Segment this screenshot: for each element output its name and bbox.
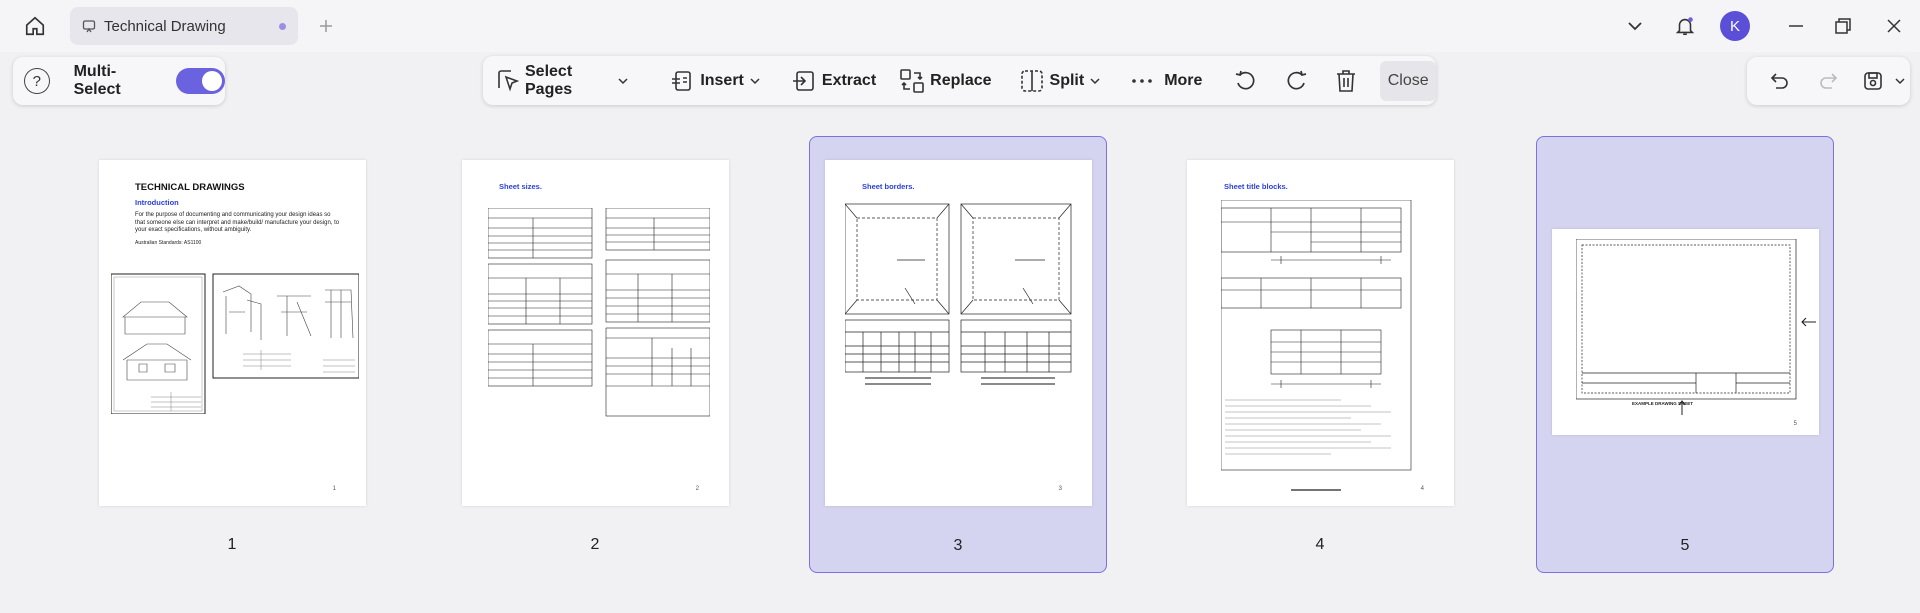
page-4-title-blocks	[1221, 200, 1412, 491]
page-thumbnail-3[interactable]: Sheet borders. 3 3	[809, 136, 1107, 573]
rotate-right-button[interactable]	[1282, 56, 1310, 105]
notifications-button[interactable]	[1670, 10, 1700, 42]
page-3-preview: Sheet borders. 3	[825, 160, 1092, 506]
insert-icon	[668, 67, 696, 95]
chevron-down-icon	[1895, 75, 1907, 87]
title-bar: Technical Drawing K	[0, 0, 1920, 52]
multi-select-label: Multi-Select	[73, 63, 121, 98]
history-panel	[1747, 57, 1910, 105]
page-2-corner-number: 2	[695, 486, 699, 492]
page-number-4: 4	[1315, 536, 1325, 553]
more-button[interactable]: More	[1128, 56, 1202, 105]
page-thumbnail-2[interactable]: Sheet sizes. 2 2	[447, 137, 745, 574]
trash-icon	[1332, 67, 1360, 95]
page-thumbnail-5[interactable]: EXAMPLE DRAWING SHEET 5 5	[1536, 136, 1834, 573]
new-tab-button[interactable]	[314, 12, 338, 40]
rotate-right-icon	[1282, 67, 1310, 95]
extract-label: Extract	[821, 71, 877, 89]
redo-button[interactable]	[1815, 57, 1843, 106]
unsaved-dot	[279, 23, 286, 30]
page-5-preview: EXAMPLE DRAWING SHEET 5	[1552, 229, 1819, 435]
page-2-heading: Sheet sizes.	[499, 182, 542, 191]
page-4-preview: Sheet title blocks. 4	[1187, 160, 1454, 506]
page-1-corner-number: 1	[332, 486, 336, 492]
page-2-tables	[488, 208, 710, 417]
redo-icon	[1815, 67, 1843, 95]
page-2-preview: Sheet sizes. 2	[462, 160, 729, 506]
page-1-subheading: Introduction	[135, 198, 179, 207]
chevron-down-icon	[1090, 75, 1102, 87]
page-thumbnail-1[interactable]: TECHNICAL DRAWINGS Introduction For the …	[84, 137, 382, 574]
select-pages-label: Select Pages	[525, 62, 573, 98]
page-number-5: 5	[1680, 537, 1690, 554]
page-1-footnote: Australian Standards: AS1100	[135, 240, 202, 246]
close-window-button[interactable]	[1878, 10, 1910, 42]
split-label: Split	[1049, 71, 1085, 89]
page-4-heading: Sheet title blocks.	[1224, 182, 1288, 191]
page-4-corner-number: 4	[1420, 486, 1424, 492]
rotate-left-button[interactable]	[1232, 56, 1260, 105]
undo-button[interactable]	[1765, 57, 1793, 106]
avatar: K	[1720, 11, 1750, 41]
more-label: More	[1164, 71, 1203, 89]
restore-icon	[1835, 18, 1851, 34]
page-3-border-diagrams	[845, 203, 1072, 385]
multi-select-toggle[interactable]	[175, 68, 225, 94]
save-button[interactable]	[1859, 57, 1887, 106]
extract-button[interactable]: Extract	[790, 56, 876, 105]
chevron-down-icon	[1628, 22, 1642, 31]
rotate-left-icon	[1232, 67, 1260, 95]
home-icon	[25, 16, 45, 36]
tab-title: Technical Drawing	[104, 17, 226, 35]
toggle-knob	[202, 71, 222, 91]
multi-select-panel: ? Multi-Select	[13, 57, 225, 105]
minimize-icon	[1789, 25, 1803, 27]
delete-button[interactable]	[1332, 56, 1360, 105]
page-1-heading: TECHNICAL DRAWINGS	[135, 182, 245, 193]
page-number-3: 3	[953, 537, 963, 554]
replace-icon	[898, 67, 926, 95]
page-3-corner-number: 3	[1058, 486, 1062, 492]
document-tab[interactable]: Technical Drawing	[70, 7, 298, 45]
split-icon	[1018, 67, 1046, 95]
page-5-caption: EXAMPLE DRAWING SHEET	[1632, 401, 1694, 406]
maximize-button[interactable]	[1827, 10, 1859, 42]
chevron-down-icon	[618, 75, 629, 87]
page-number-1: 1	[227, 536, 237, 553]
insert-button[interactable]: Insert	[668, 56, 762, 105]
page-number-2: 2	[590, 536, 600, 553]
page-3-heading: Sheet borders.	[862, 182, 915, 191]
bell-icon	[1675, 17, 1695, 36]
insert-label: Insert	[700, 71, 744, 89]
document-tab-icon	[80, 17, 98, 35]
page-5-corner-number: 5	[1793, 421, 1797, 427]
undo-icon	[1765, 67, 1793, 95]
chevron-down-icon	[750, 75, 762, 87]
save-icon	[1859, 67, 1887, 95]
select-pages-button[interactable]: Select Pages	[495, 56, 628, 105]
split-button[interactable]: Split	[1018, 56, 1103, 105]
page-5-drawing-sheet	[1576, 239, 1797, 415]
tabs-dropdown-button[interactable]	[1620, 10, 1650, 42]
page-1-drawing-sheets	[111, 273, 359, 414]
help-button[interactable]: ?	[24, 68, 50, 94]
page-5-side-arrow	[1801, 317, 1816, 327]
home-button[interactable]	[20, 12, 50, 40]
extract-icon	[790, 67, 818, 95]
minimize-button[interactable]	[1780, 10, 1812, 42]
replace-button[interactable]: Replace	[898, 56, 992, 105]
close-button[interactable]: Close	[1380, 60, 1436, 101]
page-1-preview: TECHNICAL DRAWINGS Introduction For the …	[99, 160, 366, 506]
save-options-dropdown[interactable]	[1889, 57, 1907, 106]
plus-icon	[320, 20, 332, 32]
page-toolbar: Select Pages Insert Extract Replace Spli…	[483, 56, 1436, 105]
page-thumbnail-4[interactable]: Sheet title blocks. 4 4	[1172, 137, 1470, 574]
close-icon	[1887, 19, 1901, 33]
more-icon	[1128, 67, 1156, 95]
replace-label: Replace	[930, 71, 992, 89]
account-button[interactable]: K	[1718, 10, 1752, 42]
page-1-body: For the purpose of documenting and commu…	[135, 212, 340, 233]
select-pages-icon	[495, 67, 521, 95]
